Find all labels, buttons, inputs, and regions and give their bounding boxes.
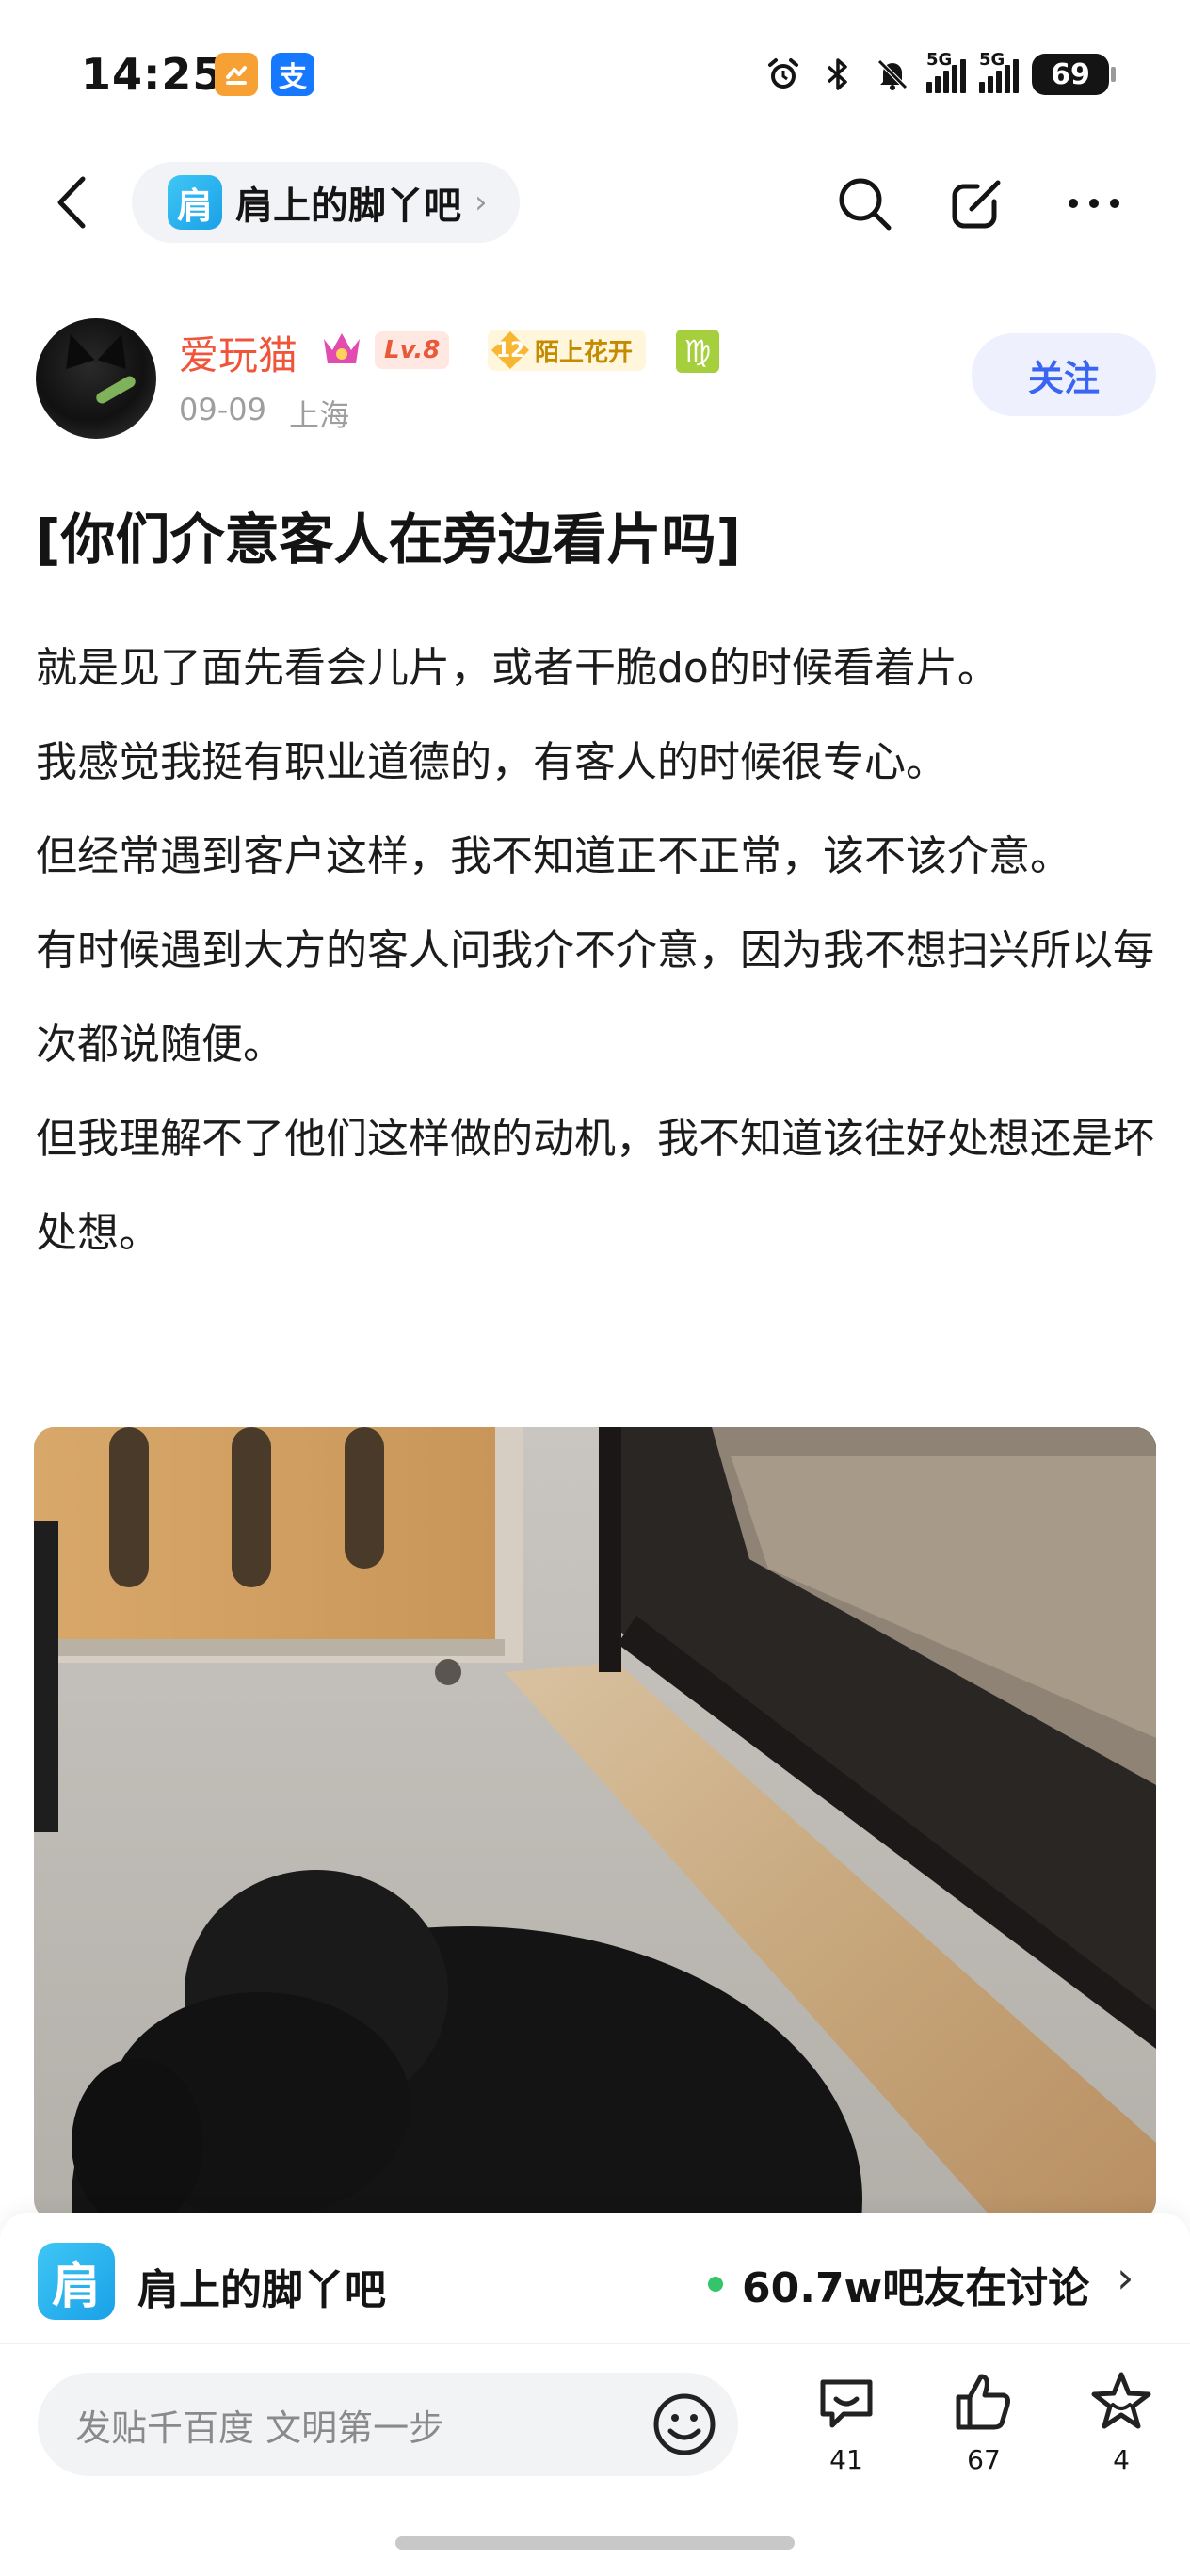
app-notification-icon <box>215 53 258 96</box>
edit-icon <box>952 180 1001 229</box>
honor-title: 陌上花开 <box>535 338 634 367</box>
post-paragraph: 我感觉我挺有职业道德的，有客人的时候很专心。 <box>36 738 947 786</box>
honor-badge: 12 陌上花开 <box>488 330 647 371</box>
author-name[interactable]: 爱玩猫 <box>179 324 298 381</box>
share-button[interactable] <box>945 171 1009 235</box>
post-date: 09-09 <box>179 392 266 427</box>
more-icon <box>1069 199 1119 208</box>
top-nav: 肩 肩上的脚丫吧 › <box>0 160 1190 245</box>
signal-icon-2: 5G <box>979 50 1019 93</box>
status-bar: 14:25 支 5G 5G 69 <box>0 0 1190 151</box>
post-paragraph: 但我理解不了他们这样做的动机，我不知道该往好处想还是坏处想。 <box>36 1115 1154 1257</box>
status-time: 14:25 <box>81 49 224 100</box>
post-image[interactable] <box>34 1427 1156 2220</box>
online-count: 60.7w吧友在讨论 <box>742 2264 1090 2312</box>
like-count: 67 <box>967 2444 1001 2475</box>
online-dot-icon <box>708 2277 723 2292</box>
comment-button[interactable]: 41 <box>804 2369 889 2475</box>
level-badge: Lv.8 <box>375 331 450 369</box>
back-button[interactable] <box>43 171 100 233</box>
cat-photo <box>34 1427 1156 2220</box>
post-location: 上海 <box>288 397 349 433</box>
follow-button[interactable]: 关注 <box>972 333 1156 416</box>
back-arrow-icon <box>57 176 86 229</box>
author-meta: 09-09 上海 <box>179 392 349 435</box>
forum-bar[interactable]: 肩 肩上的脚丫吧 60.7w吧友在讨论 › <box>0 2213 1190 2343</box>
post-body: 就是见了面先看会儿片，或者干脆do的时候看着片。 我感觉我挺有职业道德的，有客人… <box>36 621 1162 1280</box>
like-icon <box>956 2374 1010 2430</box>
mute-icon <box>872 54 913 95</box>
forum-pill[interactable]: 肩 肩上的脚丫吧 › <box>132 162 520 243</box>
forum-bar-logo: 肩 <box>38 2243 115 2320</box>
bluetooth-icon <box>817 54 859 95</box>
post-paragraph: 但经常遇到客户这样，我不知道正不正常，该不该介意。 <box>36 832 1071 880</box>
zodiac-badge: ♍ <box>676 330 719 373</box>
like-button[interactable]: 67 <box>941 2369 1026 2475</box>
post-title: [你们介意客人在旁边看片吗] <box>36 507 742 572</box>
crown-icon <box>324 333 360 363</box>
signal-icon-1: 5G <box>926 50 966 93</box>
reply-placeholder: 发贴千百度 文明第一步 <box>75 2407 445 2449</box>
comment-count: 41 <box>829 2444 863 2475</box>
network-label: 5G <box>926 50 953 70</box>
reply-input[interactable]: 发贴千百度 文明第一步 <box>38 2373 738 2476</box>
forum-name: 肩上的脚丫吧 <box>235 185 461 228</box>
alipay-notification-icon: 支 <box>271 53 314 96</box>
star-count: 4 <box>1113 2444 1130 2475</box>
chevron-right-icon: › <box>474 184 488 221</box>
favorite-button[interactable]: 4 <box>1079 2369 1164 2475</box>
search-button[interactable] <box>832 171 896 235</box>
emoji-icon[interactable] <box>651 2391 717 2457</box>
search-icon <box>839 178 892 231</box>
chevron-right-icon: › <box>1117 2252 1134 2303</box>
avatar[interactable] <box>36 318 156 439</box>
more-button[interactable] <box>1062 171 1126 235</box>
alarm-icon <box>763 54 804 95</box>
author-row: 爱玩猫 Lv.8 12 陌上花开 ♍ 09-09 上海 关注 <box>36 311 1156 452</box>
battery-icon: 69 <box>1032 54 1116 95</box>
honor-number: 12 <box>491 331 529 369</box>
status-icons: 5G 5G 69 <box>763 50 1116 98</box>
forum-bar-name: 肩上的脚丫吧 <box>137 2266 386 2314</box>
post-paragraph: 就是见了面先看会儿片，或者干脆do的时候看着片。 <box>36 644 999 692</box>
comment-icon <box>820 2379 873 2428</box>
home-indicator[interactable] <box>395 2536 795 2550</box>
network-label: 5G <box>979 50 1005 70</box>
forum-logo: 肩 <box>168 175 222 230</box>
post-paragraph: 有时候遇到大方的客人问我介不介意，因为我不想扫兴所以每次都说随便。 <box>36 926 1154 1069</box>
bottom-bar: 发贴千百度 文明第一步 41 67 4 <box>0 2343 1190 2576</box>
star-icon <box>1091 2372 1151 2429</box>
